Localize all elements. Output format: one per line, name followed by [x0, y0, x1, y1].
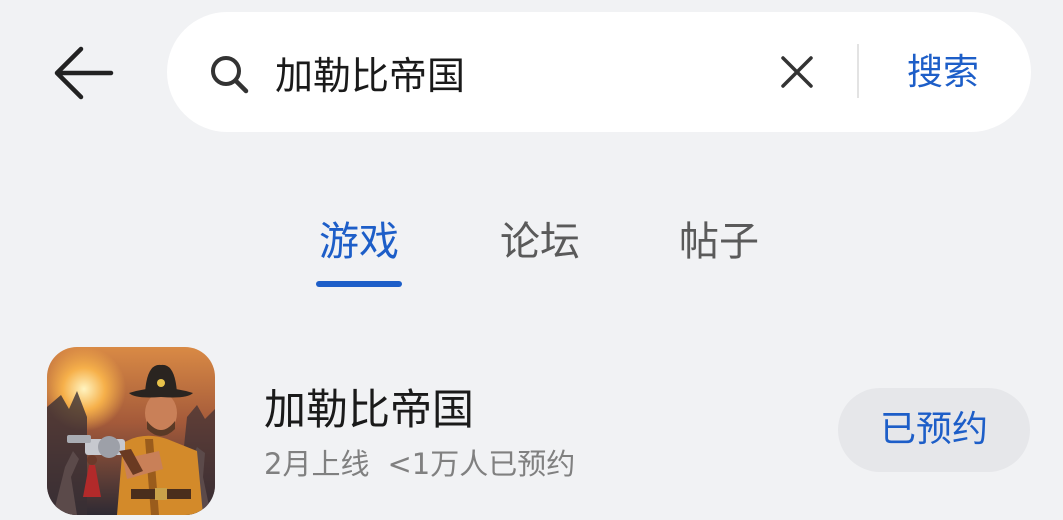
back-button[interactable] [48, 38, 118, 108]
reservation-count: <1万人已预约 [387, 447, 576, 481]
reserved-button[interactable]: 已预约 [838, 388, 1030, 472]
game-cover-cowboy-icon[interactable] [47, 347, 215, 515]
game-title[interactable]: 加勒比帝国 [264, 382, 474, 438]
game-result-row[interactable]: 加勒比帝国 2月上线 <1万人已预约 已预约 [0, 340, 1063, 520]
tab-forum[interactable]: 论坛 [497, 212, 583, 272]
search-divider [857, 44, 859, 98]
search-icon [211, 56, 249, 94]
search-button[interactable]: 搜索 [907, 48, 979, 98]
search-input[interactable] [275, 42, 755, 102]
active-tab-indicator [316, 281, 402, 287]
release-date: 2月上线 [264, 447, 370, 481]
tab-posts[interactable]: 帖子 [676, 212, 762, 272]
back-arrow-icon [54, 46, 114, 100]
clear-icon[interactable] [777, 52, 817, 92]
tab-games[interactable]: 游戏 [316, 212, 402, 272]
search-bar: 搜索 [167, 12, 1031, 132]
game-meta: 2月上线 <1万人已预约 [264, 444, 575, 484]
